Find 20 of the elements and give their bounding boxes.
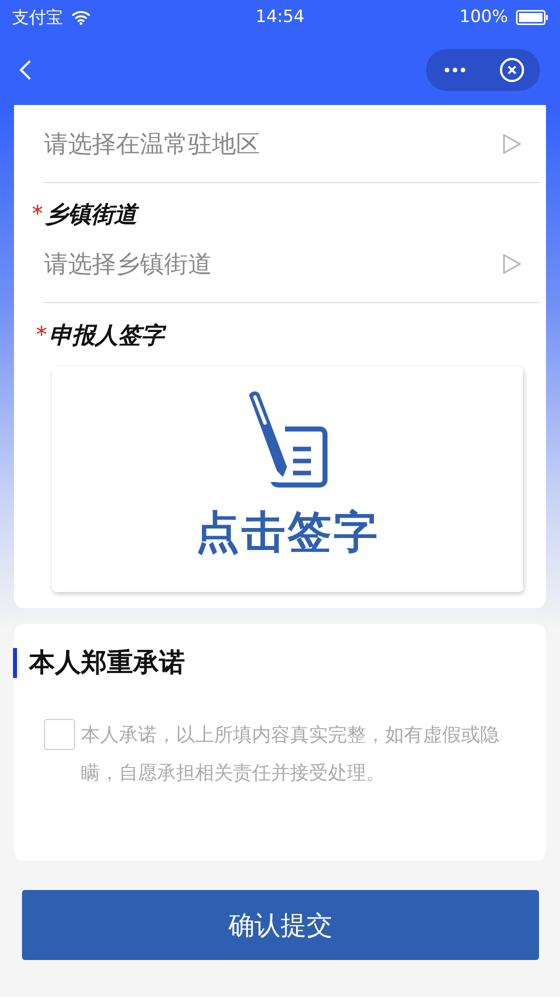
wifi-icon bbox=[71, 9, 91, 25]
battery-icon bbox=[516, 10, 548, 24]
battery-percent: 100% bbox=[459, 7, 508, 27]
required-mark: * bbox=[32, 202, 43, 226]
close-icon bbox=[498, 56, 524, 82]
required-mark: * bbox=[36, 322, 47, 348]
promise-text: 本人承诺，以上所填内容真实完整，如有虚假或隐瞒，自愿承担相关责任并接受处理。 bbox=[81, 723, 500, 786]
field-label: 申报人签字 bbox=[49, 320, 164, 350]
triangle-icon bbox=[502, 252, 522, 274]
triangle-icon bbox=[502, 132, 522, 154]
select-field[interactable]: 请选择在温常驻地区 bbox=[44, 105, 540, 183]
signature-button[interactable]: 点击签字 bbox=[52, 367, 523, 592]
section-title: 本人郑重承诺 bbox=[13, 648, 546, 678]
more-icon bbox=[444, 66, 466, 72]
status-time: 14:54 bbox=[256, 7, 304, 27]
carrier-name: 支付宝 bbox=[12, 6, 63, 28]
select-field[interactable]: 请选择乡镇街道 bbox=[44, 225, 540, 303]
checkbox[interactable] bbox=[44, 719, 75, 750]
submit-button[interactable]: 确认提交 bbox=[22, 890, 539, 960]
chevron-left-icon bbox=[18, 58, 32, 80]
